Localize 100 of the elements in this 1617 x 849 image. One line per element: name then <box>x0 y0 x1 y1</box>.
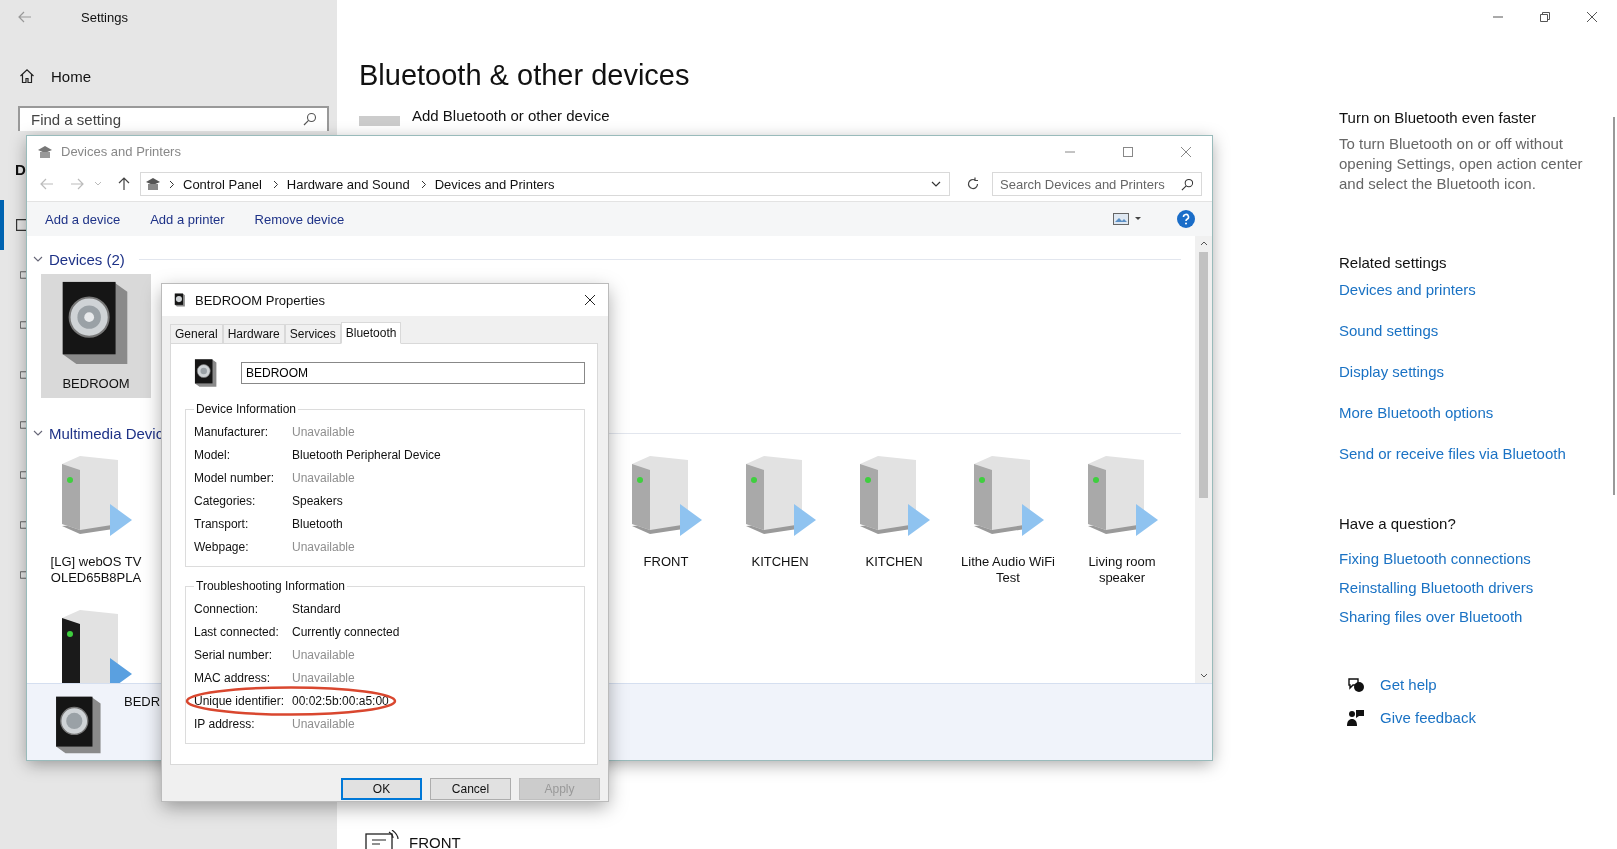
tip-text: To turn Bluetooth on or off without opening Settings, open action center and select the Bluetooth icon. <box>1339 134 1584 194</box>
property-value: Unavailable <box>292 670 355 685</box>
property-label: Webpage: <box>194 539 250 554</box>
related-link[interactable]: Devices and printers <box>1339 281 1476 299</box>
property-label: IP address: <box>194 716 256 731</box>
group-heading[interactable]: Devices (2) <box>49 250 125 268</box>
device-icon <box>20 519 26 531</box>
maximize-icon[interactable] <box>1122 145 1134 158</box>
breadcrumb-item[interactable]: Devices and Printers <box>434 176 555 192</box>
dialog-title: BEDROOM Properties <box>195 292 326 308</box>
search-icon <box>303 112 317 126</box>
dialog-button[interactable]: OK <box>341 778 422 800</box>
breadcrumb-item[interactable]: Control Panel <box>183 176 262 192</box>
chevron-down-icon[interactable] <box>931 180 941 188</box>
device-label: KITCHEN <box>750 554 810 570</box>
add-device-tile[interactable] <box>359 116 400 126</box>
device-item[interactable]: [LG] webOS TV OLED65B8PLA <box>41 444 151 598</box>
restore-icon[interactable] <box>1539 11 1551 23</box>
dialog-button[interactable]: Cancel <box>430 778 511 800</box>
device-item[interactable]: KITCHEN <box>839 444 949 598</box>
up-icon[interactable] <box>118 177 130 191</box>
back-icon[interactable] <box>40 178 54 190</box>
device-label: [LG] webOS TV OLED65B8PLA <box>49 554 143 586</box>
related-link[interactable]: Display settings <box>1339 363 1445 381</box>
device-label: KITCHEN <box>864 554 924 570</box>
chevron-down-icon[interactable] <box>33 254 43 264</box>
add-device-label[interactable]: Add Bluetooth or other device <box>412 107 610 124</box>
close-icon[interactable] <box>584 294 596 306</box>
related-link[interactable]: Send or receive files via Bluetooth <box>1339 445 1566 463</box>
device-label: FRONT <box>642 554 690 570</box>
device-label: Living room speaker <box>1087 554 1157 586</box>
address-bar[interactable]: Control Panel Hardware and Sound Devices and Printers <box>140 172 950 196</box>
help-icon[interactable] <box>1177 210 1195 228</box>
scrollbar[interactable] <box>1195 236 1212 683</box>
device-name[interactable]: FRONT <box>409 833 461 849</box>
help-link[interactable]: Give feedback <box>1380 709 1476 727</box>
breadcrumb-item[interactable]: Hardware and Sound <box>286 176 410 192</box>
toolbar-button[interactable]: Remove device <box>246 207 353 231</box>
device-icon <box>20 469 26 481</box>
group-box-title: Device Information <box>195 402 298 416</box>
question-heading: Have a question? <box>1339 515 1456 532</box>
property-value: Unavailable <box>292 470 355 485</box>
help-link[interactable]: Get help <box>1380 676 1437 694</box>
section-heading: D <box>15 161 26 178</box>
back-icon[interactable] <box>18 11 32 23</box>
name-field[interactable]: BEDROOM <box>241 362 585 384</box>
related-link[interactable]: Sound settings <box>1339 322 1439 340</box>
toolbar-button[interactable]: Add a device <box>37 207 129 231</box>
tab[interactable]: Bluetooth <box>340 322 402 344</box>
property-value: Unavailable <box>292 539 355 554</box>
property-label: Manufacturer: <box>194 424 270 439</box>
chevron-right-icon <box>272 179 279 189</box>
scroll-down-icon[interactable] <box>1199 673 1208 679</box>
tab[interactable]: General <box>170 324 223 344</box>
forward-icon[interactable] <box>70 178 84 190</box>
property-value: Bluetooth <box>292 516 343 531</box>
tab[interactable]: Hardware <box>222 324 285 344</box>
device-item[interactable]: BEDROOM <box>41 274 151 398</box>
device-label: BEDROOM <box>61 376 131 392</box>
property-value: Speakers <box>292 493 343 508</box>
dropdown-icon[interactable] <box>94 181 102 187</box>
view-icon[interactable] <box>1113 213 1141 225</box>
device-name: BEDR <box>124 694 161 709</box>
search-field[interactable]: Find a setting <box>18 106 329 131</box>
property-value: Bluetooth Peripheral Device <box>292 447 441 462</box>
scrollbar[interactable] <box>1613 117 1615 495</box>
home-nav-item[interactable]: Home <box>19 64 337 88</box>
help-topic-link[interactable]: Fixing Bluetooth connections <box>1339 550 1531 568</box>
property-value: Standard <box>292 601 341 616</box>
property-value: Currently connected <box>292 624 400 639</box>
device-item[interactable]: Lithe Audio WiFi Test <box>953 444 1063 598</box>
help-topic-link[interactable]: Sharing files over Bluetooth <box>1339 608 1523 626</box>
group-heading[interactable]: Multimedia Devic <box>49 424 164 442</box>
tab[interactable]: Services <box>284 324 341 344</box>
toolbar-button[interactable]: Add a printer <box>142 207 233 231</box>
device-item[interactable]: FRONT <box>611 444 721 598</box>
group-box-title: Troubleshooting Information <box>195 579 346 593</box>
close-icon[interactable] <box>1586 11 1598 23</box>
property-label: Transport: <box>194 516 250 531</box>
home-icon <box>19 68 35 84</box>
refresh-icon[interactable] <box>966 177 980 191</box>
chat-help-icon <box>1347 677 1365 693</box>
property-label: Connection: <box>194 601 260 616</box>
scroll-up-icon[interactable] <box>1199 240 1208 246</box>
related-link[interactable]: More Bluetooth options <box>1339 404 1494 422</box>
device-item[interactable]: KITCHEN <box>725 444 835 598</box>
device-item[interactable]: Living room speaker <box>1067 444 1177 598</box>
help-topic-link[interactable]: Reinstalling Bluetooth drivers <box>1339 579 1534 597</box>
device-label: Lithe Audio WiFi Test <box>960 554 1056 586</box>
property-label: Last connected: <box>194 624 280 639</box>
property-value: Unavailable <box>292 424 355 439</box>
chevron-down-icon[interactable] <box>33 428 43 438</box>
app-title: Settings <box>81 9 128 25</box>
page-title: Bluetooth & other devices <box>359 59 691 92</box>
property-label: Serial number: <box>194 647 274 662</box>
device-icon <box>20 319 26 331</box>
property-label: Unique identifier: <box>194 693 286 708</box>
search-icon <box>1181 178 1194 191</box>
device-icon <box>20 419 26 431</box>
tip-title: Turn on Bluetooth even faster <box>1339 109 1537 126</box>
